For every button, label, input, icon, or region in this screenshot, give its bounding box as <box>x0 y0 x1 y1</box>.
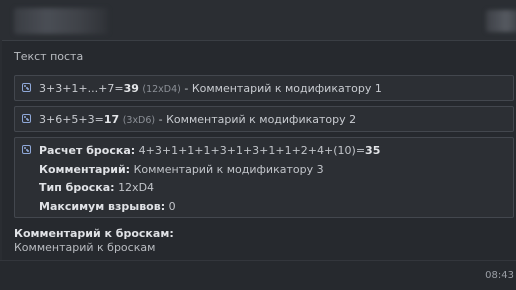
roll-line: 3+3+1+...+7=39 (12xD4) - Комментарий к м… <box>39 82 382 95</box>
roll-formula: 3+3+1+...+7= <box>39 82 124 95</box>
roll-line: 3+6+5+3=17 (3xD6) - Комментарий к модифи… <box>39 113 356 126</box>
roll-dice: (12xD4) <box>142 84 181 95</box>
post-timestamp: 08:43 <box>485 270 514 281</box>
calc-total: 35 <box>365 144 381 157</box>
dice-icon <box>22 114 31 123</box>
calc-formula: 4+3+1+1+1+3+1+3+1+1+2+4+(10)= <box>138 144 366 157</box>
roll-result-3-expanded[interactable]: Расчет броска: 4+3+1+1+1+3+1+3+1+1+2+4+(… <box>14 137 514 218</box>
explode-label: Максимум взрывов: <box>39 200 166 213</box>
header-action-blurred[interactable] <box>486 10 516 32</box>
left-edge <box>0 40 2 260</box>
roll-comments-text: Комментарий к броскам <box>14 241 156 254</box>
dice-icon <box>22 83 31 92</box>
roll-comment: - Комментарий к модификатору 1 <box>180 82 382 95</box>
calc-label: Расчет броска: <box>39 144 136 157</box>
post-header <box>0 0 516 41</box>
author-avatar-blurred[interactable] <box>14 8 108 34</box>
roll-result-2[interactable]: 3+6+5+3=17 (3xD6) - Комментарий к модифи… <box>14 106 514 132</box>
roll-total: 39 <box>123 82 139 95</box>
comment-value: Комментарий к модификатору 3 <box>133 163 324 176</box>
roll-comment-row: Комментарий: Комментарий к модификатору … <box>39 163 324 176</box>
roll-dice: (3xD6) <box>122 115 156 126</box>
explode-value: 0 <box>168 200 176 213</box>
post-text: Текст поста <box>14 50 84 63</box>
type-label: Тип броска: <box>39 181 115 194</box>
footer-divider <box>0 260 516 261</box>
roll-formula: 3+6+5+3= <box>39 113 104 126</box>
roll-explode-row: Максимум взрывов: 0 <box>39 200 176 213</box>
roll-comment: - Комментарий к модификатору 2 <box>155 113 357 126</box>
roll-comments-label: Комментарий к броскам: <box>14 227 174 240</box>
roll-result-1[interactable]: 3+3+1+...+7=39 (12xD4) - Комментарий к м… <box>14 75 514 101</box>
roll-total: 17 <box>103 113 120 126</box>
type-value: 12xD4 <box>118 181 155 194</box>
dice-icon <box>22 145 31 154</box>
comment-label: Комментарий: <box>39 163 131 176</box>
roll-type-row: Тип броска: 12xD4 <box>39 181 154 194</box>
roll-calc-row: Расчет броска: 4+3+1+1+1+3+1+3+1+1+2+4+(… <box>39 144 380 157</box>
post-panel: Текст поста 3+3+1+...+7=39 (12xD4) - Ком… <box>0 0 516 290</box>
